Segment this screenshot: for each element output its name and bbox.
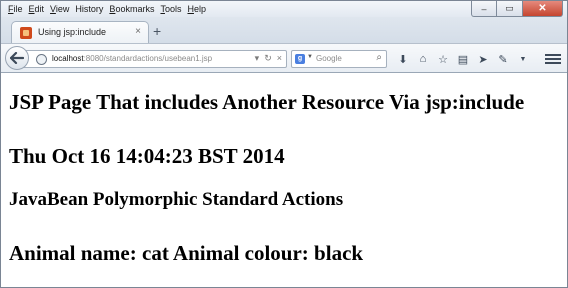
address-actions: ▾ ↻ × bbox=[255, 53, 282, 64]
bookmark-star-icon[interactable]: ☆ bbox=[433, 50, 453, 68]
menu-help[interactable]: Help bbox=[184, 2, 209, 16]
tab-close-icon[interactable]: × bbox=[135, 26, 141, 37]
google-engine-icon[interactable]: g bbox=[295, 54, 305, 64]
tab-title: Using jsp:include bbox=[38, 27, 107, 37]
favicon-icon bbox=[20, 27, 32, 39]
site-identity-icon[interactable] bbox=[36, 54, 47, 65]
page-content: JSP Page That includes Another Resource … bbox=[1, 73, 567, 287]
menu-view[interactable]: View bbox=[47, 2, 72, 16]
search-icon[interactable]: ⌕ bbox=[376, 52, 382, 63]
page-subheading: JavaBean Polymorphic Standard Actions bbox=[9, 189, 344, 210]
menu-bar: File Edit View History Bookmarks Tools H… bbox=[5, 2, 209, 16]
extension-dropdown-icon[interactable]: ▼ bbox=[513, 50, 533, 68]
menu-edit[interactable]: Edit bbox=[26, 2, 48, 16]
reading-list-icon[interactable]: ▤ bbox=[453, 50, 473, 68]
engine-dropdown-icon[interactable]: ▼ bbox=[307, 54, 313, 60]
search-placeholder: Google bbox=[316, 54, 342, 63]
page-date: Thu Oct 16 14:04:23 BST 2014 bbox=[9, 144, 285, 168]
menu-bookmarks[interactable]: Bookmarks bbox=[106, 2, 157, 16]
animal-details: Animal name: cat Animal colour: black bbox=[9, 241, 364, 265]
menu-tools[interactable]: Tools bbox=[157, 2, 184, 16]
downloads-icon[interactable]: ⬇ bbox=[393, 50, 413, 68]
menu-file[interactable]: File bbox=[5, 2, 26, 16]
toolbar-icons: ⬇ ⌂ ☆ ▤ ➤ ✎ ▼ bbox=[393, 50, 533, 68]
maximize-button[interactable]: ▭ bbox=[497, 1, 523, 17]
tab-active[interactable]: Using jsp:include × bbox=[11, 21, 149, 43]
back-button[interactable] bbox=[5, 46, 29, 70]
menu-history[interactable]: History bbox=[72, 2, 106, 16]
dropdown-arrow-icon[interactable]: ▾ bbox=[255, 53, 260, 64]
page-heading: JSP Page That includes Another Resource … bbox=[9, 90, 525, 114]
extension-icon[interactable]: ✎ bbox=[493, 50, 513, 68]
window-controls: – ▭ ✕ bbox=[471, 1, 563, 17]
minimize-button[interactable]: – bbox=[471, 1, 497, 17]
navigation-bar: localhost:8080/standardactions/usebean1.… bbox=[1, 43, 567, 73]
address-bar[interactable]: localhost:8080/standardactions/usebean1.… bbox=[21, 50, 287, 68]
browser-window: File Edit View History Bookmarks Tools H… bbox=[0, 0, 568, 288]
hamburger-menu-icon[interactable] bbox=[545, 50, 561, 68]
new-tab-button[interactable]: + bbox=[153, 24, 161, 38]
send-icon[interactable]: ➤ bbox=[473, 50, 493, 68]
reload-icon[interactable]: ↻ bbox=[264, 53, 272, 64]
address-text[interactable]: localhost:8080/standardactions/usebean1.… bbox=[52, 54, 212, 63]
home-icon[interactable]: ⌂ bbox=[413, 50, 433, 68]
search-bar[interactable]: g ▼ Google ⌕ bbox=[291, 50, 387, 68]
tab-strip: Using jsp:include × + bbox=[1, 17, 567, 43]
close-window-button[interactable]: ✕ bbox=[523, 1, 563, 17]
back-arrow-icon bbox=[10, 52, 24, 64]
stop-icon[interactable]: × bbox=[277, 53, 282, 64]
title-bar: File Edit View History Bookmarks Tools H… bbox=[1, 1, 567, 17]
